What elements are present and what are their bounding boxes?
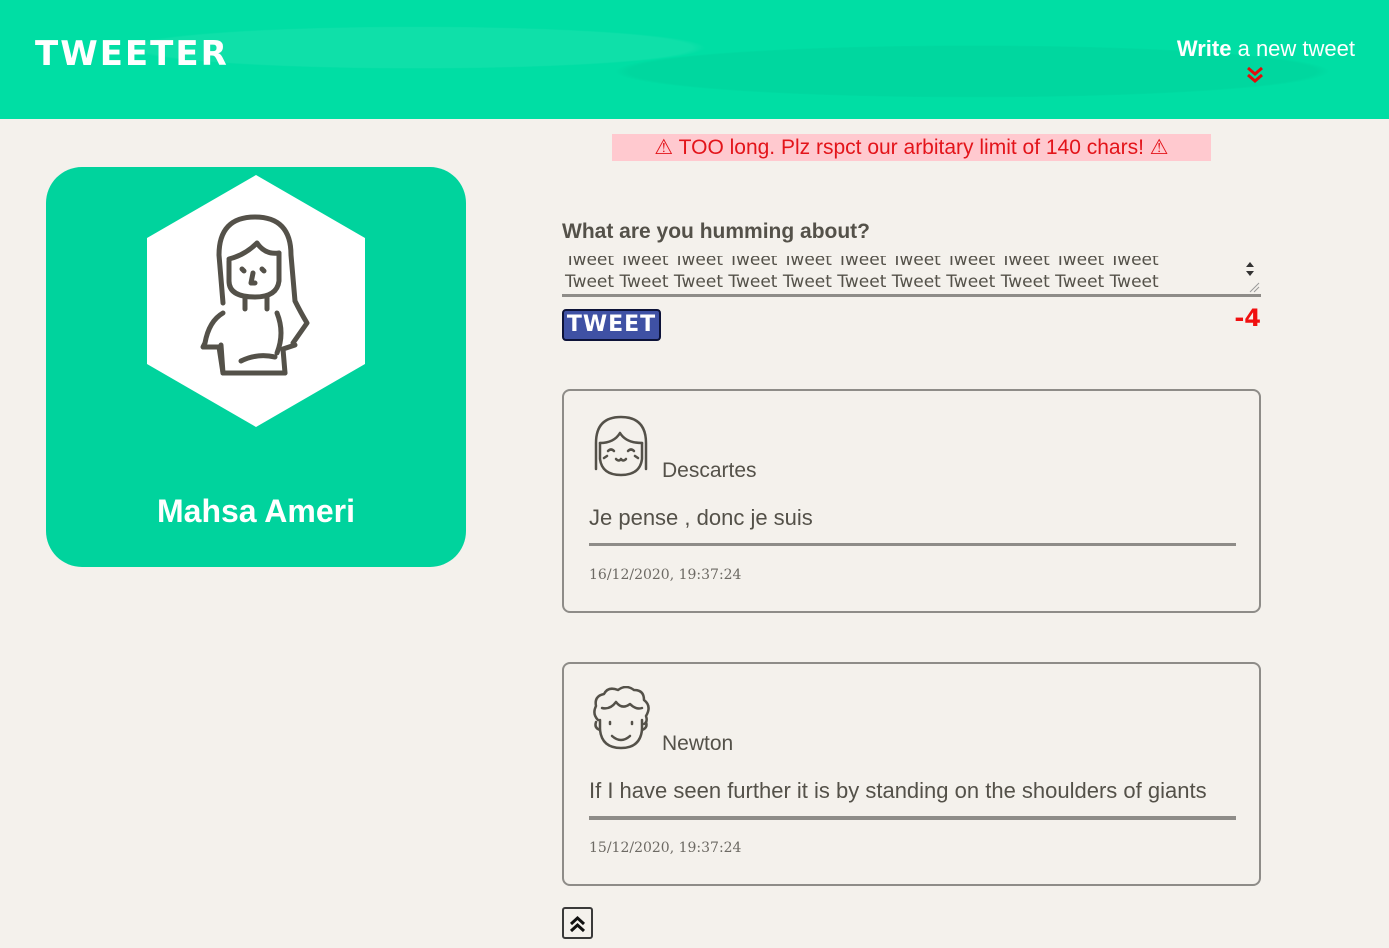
tweet-date: 15/12/2020, 19:37:24 bbox=[589, 840, 742, 856]
tweet-author: Newton bbox=[662, 732, 734, 755]
profile-name: Mahsa Ameri bbox=[157, 493, 355, 529]
tweet-card: Descartes Je pense , donc je suis 16/12/… bbox=[562, 389, 1261, 613]
tweet-date: 16/12/2020, 19:37:24 bbox=[589, 567, 742, 583]
write-new-tweet-toggle[interactable]: Write a new tweet bbox=[1177, 36, 1355, 84]
curly-hair-face-icon bbox=[593, 686, 650, 750]
character-counter: -4 bbox=[1234, 304, 1261, 332]
tweet-divider bbox=[589, 543, 1236, 546]
tweet-divider bbox=[589, 816, 1236, 818]
girl-face-icon bbox=[594, 415, 648, 477]
double-chevron-down-icon bbox=[1246, 66, 1263, 83]
error-banner: ⚠ TOO long. Plz rspct our arbitary limit… bbox=[612, 134, 1211, 161]
tweet-author: Descartes bbox=[662, 459, 757, 482]
resize-handle-icon[interactable] bbox=[1248, 281, 1260, 293]
scroll-to-top-button[interactable] bbox=[562, 907, 593, 939]
composer-label: What are you humming about? bbox=[562, 220, 870, 243]
tweet-card: Newton If I have seen further it is by s… bbox=[562, 662, 1261, 886]
tweet-textarea[interactable]: Tweet Tweet Tweet Tweet Tweet Tweet Twee… bbox=[562, 256, 1261, 297]
profile-avatar bbox=[147, 175, 365, 427]
tweet-text: If I have seen further it is by standing… bbox=[589, 778, 1207, 803]
profile-card: Mahsa Ameri bbox=[46, 167, 466, 567]
double-chevron-up-icon bbox=[569, 915, 586, 933]
brand-logo[interactable]: TWEETER bbox=[35, 34, 229, 74]
tweet-text: Je pense , donc je suis bbox=[589, 505, 813, 530]
write-label-strong: Write bbox=[1176, 36, 1232, 61]
textarea-scroll-arrows-icon[interactable] bbox=[1245, 259, 1255, 279]
top-nav: TWEETER Write a new tweet bbox=[0, 0, 1389, 119]
write-label-rest: a new tweet bbox=[1231, 36, 1355, 61]
tweet-textarea-value: Tweet Tweet Tweet Tweet Tweet Tweet Twee… bbox=[565, 256, 1159, 292]
tweet-button[interactable]: TWEET bbox=[562, 309, 661, 341]
